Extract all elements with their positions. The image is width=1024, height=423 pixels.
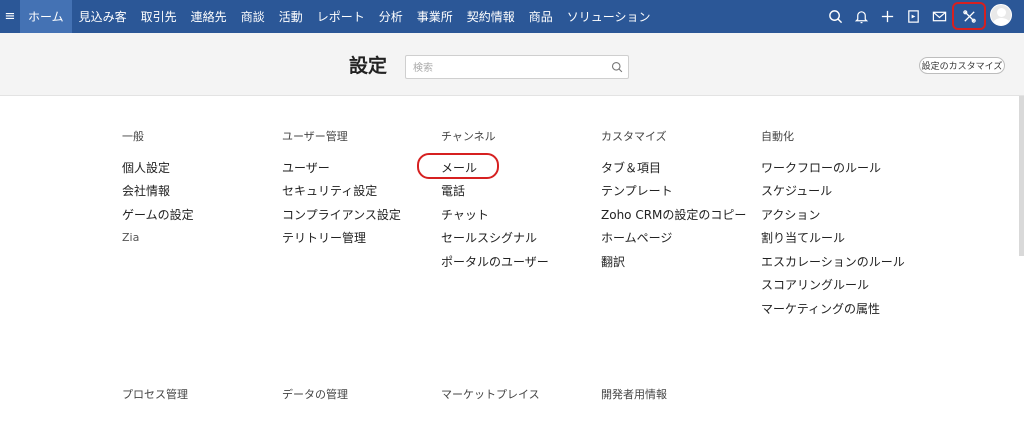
heading-customization: カスタマイズ bbox=[601, 130, 667, 143]
link-company-details[interactable]: 会社情報 bbox=[122, 182, 170, 199]
link-portal-users[interactable]: ポータルのユーザー bbox=[441, 253, 549, 270]
link-workflow-rules[interactable]: ワークフローのルール bbox=[761, 159, 881, 176]
link-security-settings[interactable]: セキュリティ設定 bbox=[282, 182, 377, 199]
link-copy-crm-settings[interactable]: Zoho CRMの設定のコピー bbox=[601, 206, 746, 223]
plus-icon[interactable] bbox=[874, 0, 900, 33]
tab-deals[interactable]: 商談 bbox=[234, 0, 272, 33]
link-sales-signals[interactable]: セールスシグナル bbox=[441, 229, 537, 246]
tab-activities[interactable]: 活動 bbox=[272, 0, 310, 33]
link-marketing-attribution[interactable]: マーケティングの属性 bbox=[761, 300, 880, 317]
link-territory-management[interactable]: テリトリー管理 bbox=[282, 229, 366, 246]
link-modules-fields[interactable]: タブ＆項目 bbox=[601, 159, 661, 176]
tab-leads[interactable]: 見込み客 bbox=[72, 0, 134, 33]
heading-developer-space: 開発者用情報 bbox=[601, 388, 667, 401]
tab-solutions[interactable]: ソリューション bbox=[560, 0, 658, 33]
heading-process-management: プロセス管理 bbox=[122, 388, 188, 401]
link-templates[interactable]: テンプレート bbox=[601, 182, 673, 199]
link-schedules[interactable]: スケジュール bbox=[761, 182, 832, 199]
link-assignment-rules[interactable]: 割り当てルール bbox=[761, 229, 845, 246]
settings-header: 設定 設定のカスタマイズ bbox=[0, 33, 1024, 96]
link-home-page[interactable]: ホームページ bbox=[601, 229, 672, 246]
calendar-icon[interactable] bbox=[900, 0, 926, 33]
tab-contracts[interactable]: 契約情報 bbox=[460, 0, 522, 33]
tab-offices[interactable]: 事業所 bbox=[410, 0, 460, 33]
link-email[interactable]: メール bbox=[441, 159, 477, 176]
link-zia[interactable]: Zia bbox=[122, 231, 139, 244]
link-users[interactable]: ユーザー bbox=[282, 159, 330, 176]
heading-automation: 自動化 bbox=[761, 130, 794, 143]
settings-search-box[interactable] bbox=[405, 55, 629, 80]
bell-icon[interactable] bbox=[848, 0, 874, 33]
tab-accounts[interactable]: 取引先 bbox=[134, 0, 184, 33]
search-icon[interactable] bbox=[822, 0, 848, 33]
heading-data-administration: データの管理 bbox=[282, 388, 348, 401]
link-personal-settings[interactable]: 個人設定 bbox=[122, 159, 170, 176]
tab-home[interactable]: ホーム bbox=[20, 0, 72, 33]
search-icon[interactable] bbox=[611, 61, 623, 73]
page-title: 設定 bbox=[349, 55, 388, 77]
link-translation[interactable]: 翻訳 bbox=[601, 253, 625, 270]
link-game-settings[interactable]: ゲームの設定 bbox=[122, 206, 194, 223]
link-chat[interactable]: チャット bbox=[441, 206, 489, 223]
link-escalation-rules[interactable]: エスカレーションのルール bbox=[761, 253, 905, 270]
customize-settings-button[interactable]: 設定のカスタマイズ bbox=[919, 57, 1005, 74]
link-scoring-rules[interactable]: スコアリングルール bbox=[761, 276, 869, 293]
link-actions[interactable]: アクション bbox=[761, 206, 820, 223]
heading-user-management: ユーザー管理 bbox=[282, 130, 348, 143]
top-navigation-bar: ≡ ホーム 見込み客 取引先 連絡先 商談 活動 レポート 分析 事業所 契約情… bbox=[0, 0, 1024, 33]
hamburger-icon[interactable]: ≡ bbox=[0, 0, 20, 33]
search-input[interactable] bbox=[406, 57, 596, 80]
heading-channels: チャンネル bbox=[441, 130, 496, 143]
link-telephony[interactable]: 電話 bbox=[441, 182, 465, 199]
setup-icon[interactable] bbox=[952, 2, 986, 30]
mail-icon[interactable] bbox=[926, 0, 952, 33]
tab-contacts[interactable]: 連絡先 bbox=[184, 0, 234, 33]
link-compliance-settings[interactable]: コンプライアンス設定 bbox=[282, 206, 401, 223]
heading-general: 一般 bbox=[122, 130, 144, 143]
tab-reports[interactable]: レポート bbox=[310, 0, 372, 33]
avatar[interactable] bbox=[990, 4, 1012, 26]
tab-products[interactable]: 商品 bbox=[522, 0, 560, 33]
heading-marketplace: マーケットプレイス bbox=[441, 388, 540, 401]
page-scrollbar[interactable] bbox=[1019, 96, 1024, 256]
tab-analytics[interactable]: 分析 bbox=[372, 0, 410, 33]
